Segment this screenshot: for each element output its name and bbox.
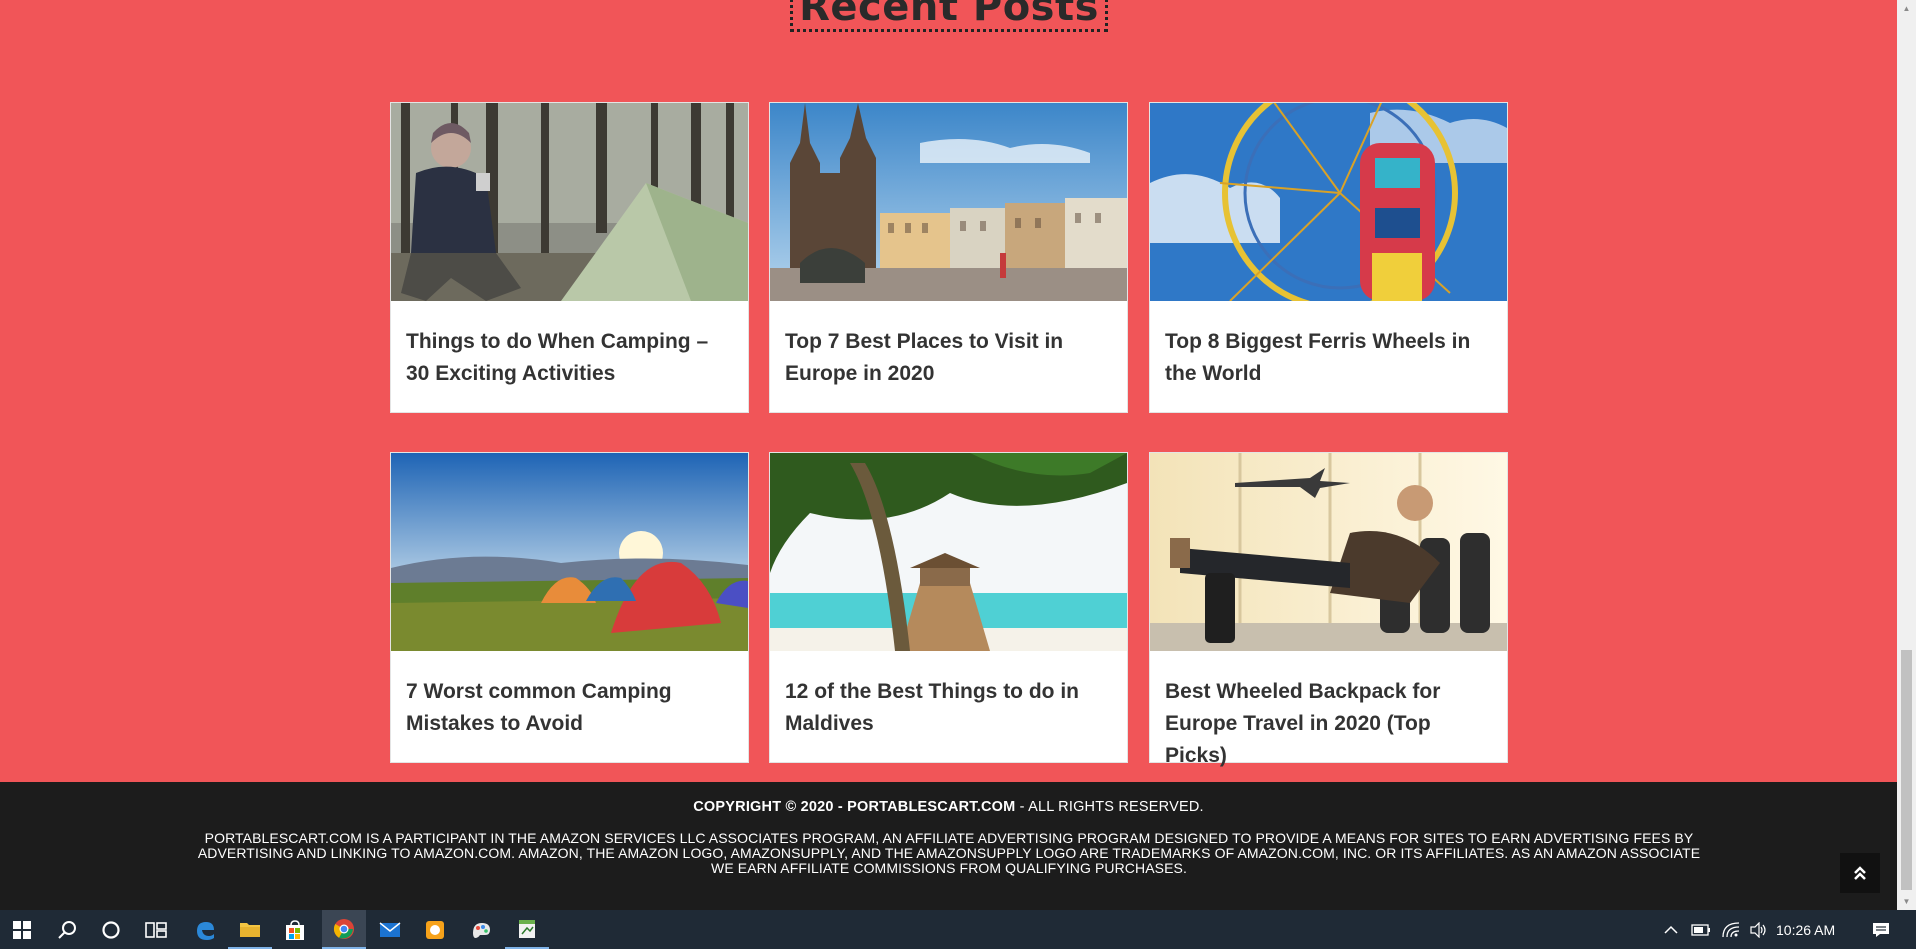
folder-icon	[240, 922, 260, 937]
cortana-icon	[102, 920, 120, 939]
battery-icon	[1691, 923, 1710, 936]
chrome-app[interactable]	[322, 910, 366, 949]
post-card[interactable]: Top 7 Best Places to Visit in Europe in …	[769, 102, 1128, 413]
section-heading-text: Recent Posts	[799, 0, 1099, 30]
mail-app[interactable]	[368, 910, 412, 949]
app-paint-icon	[473, 922, 490, 938]
affiliate-disclosure: PORTABLESCART.COM IS A PARTICIPANT IN TH…	[197, 830, 1701, 876]
scroll-down-arrow-icon[interactable]: ▼	[1897, 893, 1916, 910]
post-thumbnail[interactable]	[770, 453, 1127, 651]
store-bag-icon	[286, 919, 304, 940]
volume-tray-button[interactable]	[1748, 910, 1770, 949]
post-card[interactable]: Things to do When Camping – 30 Exciting …	[390, 102, 749, 413]
wifi-icon	[1722, 921, 1740, 937]
post-card[interactable]: 7 Worst common Camping Mistakes to Avoid	[390, 452, 749, 763]
site-footer: COPYRIGHT © 2020 - PORTABLESCART.COM - A…	[0, 782, 1897, 910]
start-button[interactable]	[0, 910, 44, 949]
post-thumbnail[interactable]	[1150, 103, 1507, 301]
copyright-text: COPYRIGHT © 2020 - PORTABLESCART.COM	[693, 799, 1016, 815]
section-heading: Recent Posts	[790, 0, 1108, 32]
post-title[interactable]: 7 Worst common Camping Mistakes to Avoid	[406, 676, 736, 740]
notepad-app[interactable]	[505, 910, 549, 949]
speaker-icon	[1750, 921, 1766, 938]
cortana-button[interactable]	[89, 910, 133, 949]
battery-tray-button[interactable]	[1690, 910, 1712, 949]
app-orange-icon	[426, 920, 444, 939]
edge-icon	[197, 921, 214, 940]
post-title[interactable]: Top 8 Biggest Ferris Wheels in the World	[1165, 326, 1495, 390]
scroll-up-arrow-icon[interactable]: ▲	[1897, 0, 1916, 17]
post-card[interactable]: 12 of the Best Things to do in Maldives	[769, 452, 1128, 763]
file-explorer-app[interactable]	[228, 910, 272, 949]
post-thumbnail[interactable]	[770, 103, 1127, 301]
notification-icon	[1873, 922, 1889, 937]
double-chevron-up-icon	[1854, 866, 1866, 880]
chrome-icon	[333, 918, 354, 939]
store-app[interactable]	[273, 910, 317, 949]
back-to-top-button[interactable]	[1840, 853, 1880, 893]
task-view-button[interactable]	[134, 910, 178, 949]
app-notepad-icon	[519, 919, 535, 938]
chevron-up-icon	[1664, 925, 1678, 934]
vertical-scrollbar[interactable]: ▲ ▼	[1897, 0, 1916, 910]
paint-app[interactable]	[459, 910, 503, 949]
post-thumbnail[interactable]	[391, 453, 748, 651]
page-content: Recent Posts Things to do When Camping –…	[0, 0, 1897, 910]
windows-taskbar: 10:26 AM	[0, 910, 1916, 949]
taskbar-clock[interactable]: 10:26 AM	[1776, 910, 1835, 949]
copyright-line: COPYRIGHT © 2020 - PORTABLESCART.COM - A…	[0, 799, 1897, 815]
search-button[interactable]	[45, 910, 89, 949]
mail-icon	[379, 921, 401, 937]
orange-app[interactable]	[413, 910, 457, 949]
action-center-button[interactable]	[1868, 910, 1894, 949]
network-tray-button[interactable]	[1720, 910, 1742, 949]
edge-app[interactable]	[183, 910, 227, 949]
post-card[interactable]: Best Wheeled Backpack for Europe Travel …	[1149, 452, 1508, 767]
post-card[interactable]: Top 8 Biggest Ferris Wheels in the World	[1149, 102, 1508, 413]
post-thumbnail[interactable]	[1150, 453, 1507, 651]
post-title[interactable]: Best Wheeled Backpack for Europe Travel …	[1165, 676, 1495, 772]
post-thumbnail[interactable]	[391, 103, 748, 301]
windows-logo-icon	[13, 920, 31, 939]
scrollbar-thumb[interactable]	[1901, 650, 1912, 890]
post-title[interactable]: 12 of the Best Things to do in Maldives	[785, 676, 1115, 740]
task-view-icon	[145, 921, 167, 938]
search-icon	[58, 920, 76, 939]
post-title[interactable]: Top 7 Best Places to Visit in Europe in …	[785, 326, 1115, 390]
post-title[interactable]: Things to do When Camping – 30 Exciting …	[406, 326, 736, 390]
rights-reserved-text: - ALL RIGHTS RESERVED.	[1015, 799, 1204, 815]
show-hidden-icons-button[interactable]	[1660, 910, 1682, 949]
